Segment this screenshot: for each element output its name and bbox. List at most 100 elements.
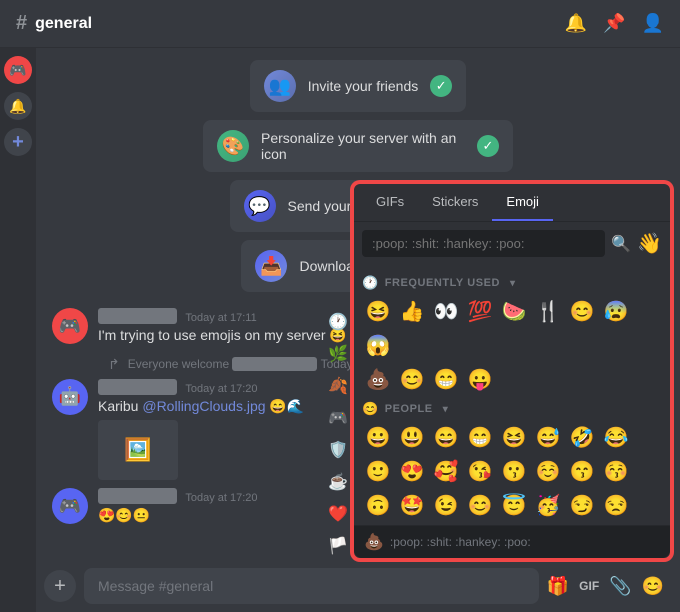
- channel-header: # general 🔔 📌 👤: [0, 0, 680, 48]
- emoji-cell[interactable]: 😙: [566, 455, 598, 487]
- emoji-cell[interactable]: 🥰: [430, 455, 462, 487]
- emoji-search-input[interactable]: [362, 230, 605, 257]
- mention: @RollingClouds.jpg: [142, 398, 265, 414]
- chat-area: 👥 Invite your friends ✓ 🎨 Personalize yo…: [36, 48, 680, 612]
- emoji-cell[interactable]: 😚: [600, 455, 632, 487]
- emoji-cell[interactable]: 😁: [464, 421, 496, 453]
- nature-emojis-icon[interactable]: 🌿: [324, 340, 352, 368]
- picker-tabs: GIFs Stickers Emoji: [354, 184, 670, 222]
- notifications-icon[interactable]: 🔔: [565, 13, 587, 34]
- members-icon[interactable]: 👤: [642, 13, 664, 34]
- gif-button[interactable]: GIF: [579, 579, 599, 593]
- emoji-cell[interactable]: 😀: [464, 523, 496, 525]
- emoji-cell[interactable]: 😇: [498, 489, 530, 521]
- emoji-cell[interactable]: 🤩: [396, 489, 428, 521]
- reply-arrow-icon: ↱: [108, 356, 120, 373]
- emoji-cell[interactable]: 😗: [498, 455, 530, 487]
- tab-stickers[interactable]: Stickers: [418, 184, 492, 221]
- emoji-cell[interactable]: 😛: [464, 363, 496, 395]
- travel-emojis-icon[interactable]: 🛡️: [324, 436, 352, 464]
- emoji-cell[interactable]: 😆: [498, 421, 530, 453]
- emoji-cell[interactable]: 😏: [566, 489, 598, 521]
- objects-emojis-icon[interactable]: ☕: [324, 468, 352, 496]
- emoji-cell[interactable]: 😂: [600, 421, 632, 453]
- emoji-cell[interactable]: 😎: [532, 523, 564, 525]
- footer-emoji: 💩: [364, 532, 384, 552]
- checklist-invite: 👥 Invite your friends ✓: [250, 60, 467, 112]
- activity-emojis-icon[interactable]: 🎮: [324, 404, 352, 432]
- avatar: 🤖: [52, 379, 88, 415]
- emoji-cell[interactable]: 🥸: [498, 523, 530, 525]
- recent-emojis-icon[interactable]: 🕐: [324, 308, 352, 336]
- emoji-cell[interactable]: 🥳: [532, 489, 564, 521]
- message-input-bar: + Message #general 🎁 GIF 📎 😊: [36, 560, 680, 612]
- emoji-cell[interactable]: 😱: [362, 329, 394, 361]
- picker-footer: 💩 :poop: :shit: :hankey: :poo:: [354, 525, 670, 558]
- checklist-personalize-check: ✓: [477, 135, 499, 157]
- checklist-personalize: 🎨 Personalize your server with an icon ✓: [203, 120, 513, 172]
- emoji-cell[interactable]: 😍: [396, 455, 428, 487]
- left-sidebar: 🎮 🔔 +: [0, 48, 36, 612]
- section-label: PEOPLE: [385, 403, 433, 415]
- emoji-cell[interactable]: 😄: [430, 421, 462, 453]
- emoji-cell[interactable]: 👍: [396, 295, 428, 327]
- section-icon: 🕐: [362, 275, 379, 291]
- message-username: ████████: [98, 379, 177, 395]
- emoji-cell[interactable]: 😅: [532, 421, 564, 453]
- emoji-cell[interactable]: 😊: [464, 489, 496, 521]
- emoji-cell[interactable]: 🙃: [362, 489, 394, 521]
- add-server-button[interactable]: +: [4, 128, 32, 156]
- message-timestamp: Today at 17:20: [185, 383, 257, 395]
- emoji-cell[interactable]: 🤣: [566, 421, 598, 453]
- emoji-cell[interactable]: 😞: [362, 523, 394, 525]
- emoji-cell[interactable]: 🍴: [532, 295, 564, 327]
- food-emojis-icon[interactable]: 🍂: [324, 372, 352, 400]
- chevron-down-icon: ▾: [443, 404, 449, 415]
- emoji-cell[interactable]: 🍉: [498, 295, 530, 327]
- emoji-cell[interactable]: 😰: [600, 295, 632, 327]
- emoji-cell[interactable]: 😃: [396, 421, 428, 453]
- section-icon: 😊: [362, 401, 379, 417]
- sidebar-icon-1[interactable]: 🔔: [4, 92, 32, 120]
- emoji-cell[interactable]: 😆: [362, 295, 394, 327]
- emoji-cell[interactable]: 😉: [430, 489, 462, 521]
- picker-body: 🕐 FREQUENTLY USED ▾ 😆 👍 👀 💯 🍉 🍴 😊 😰 😱: [354, 265, 670, 525]
- pin-icon[interactable]: 📌: [603, 13, 625, 34]
- emoji-cell[interactable]: 💯: [464, 295, 496, 327]
- emoji-cell[interactable]: 😊: [566, 295, 598, 327]
- emoji-cell[interactable]: 🧐: [600, 523, 632, 525]
- emoji-cell[interactable]: 😁: [430, 363, 462, 395]
- emoji-cell[interactable]: 😊: [396, 363, 428, 395]
- message-input[interactable]: Message #general: [84, 568, 539, 604]
- input-actions: 🎁 GIF 📎 😊: [547, 576, 664, 597]
- sticker-icon[interactable]: 📎: [609, 576, 631, 597]
- picker-search-bar: 🔍 👋: [354, 222, 670, 265]
- section-header-people: 😊 PEOPLE ▾: [362, 395, 662, 421]
- emoji-picker[interactable]: GIFs Stickers Emoji 🔍 👋 🕐 FREQUENTLY USE…: [352, 182, 672, 560]
- symbols-emojis-icon[interactable]: ❤️: [324, 500, 352, 528]
- flags-emojis-icon[interactable]: 🏳️: [324, 532, 352, 560]
- invite-icon: 👥: [264, 70, 296, 102]
- emoji-cell[interactable]: 😘: [464, 455, 496, 487]
- frequently-used-grid: 😆 👍 👀 💯 🍉 🍴 😊 😰 😱: [362, 295, 662, 361]
- emoji-cell[interactable]: 😒: [600, 489, 632, 521]
- emoji-cell[interactable]: 😀: [362, 421, 394, 453]
- checklist-invite-text: Invite your friends: [308, 78, 419, 94]
- message-timestamp: Today at 17:20: [185, 492, 257, 504]
- emoji-cell[interactable]: 🤓: [566, 523, 598, 525]
- emoji-cell[interactable]: 😟: [430, 523, 462, 525]
- discord-icon[interactable]: 🎮: [4, 56, 32, 84]
- emoji-cell[interactable]: 👀: [430, 295, 462, 327]
- footer-label: :poop: :shit: :hankey: :poo:: [390, 535, 531, 549]
- emoji-cell[interactable]: 🙂: [362, 455, 394, 487]
- tab-emoji[interactable]: Emoji: [492, 184, 553, 221]
- emoji-cell[interactable]: 💩: [362, 363, 394, 395]
- avatar: 🎮: [52, 308, 88, 344]
- add-attachment-button[interactable]: +: [44, 570, 76, 602]
- emoji-cell[interactable]: 😔: [396, 523, 428, 525]
- emoji-cell[interactable]: ☺️: [532, 455, 564, 487]
- hash-symbol: #: [16, 12, 27, 35]
- gift-icon[interactable]: 🎁: [547, 576, 569, 597]
- emoji-button[interactable]: 😊: [642, 576, 664, 597]
- tab-gifs[interactable]: GIFs: [362, 184, 418, 221]
